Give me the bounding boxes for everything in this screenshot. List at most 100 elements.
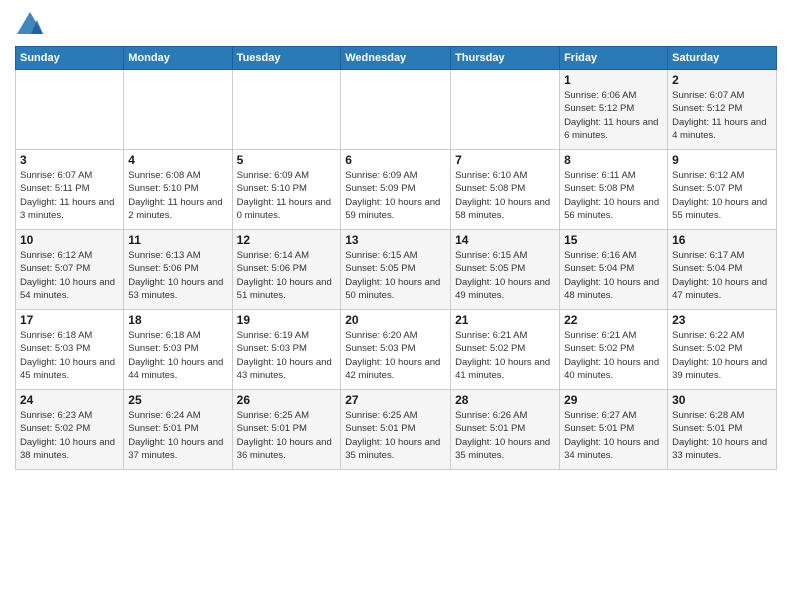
day-info: Sunrise: 6:15 AM Sunset: 5:05 PM Dayligh…: [345, 249, 446, 302]
day-info: Sunrise: 6:18 AM Sunset: 5:03 PM Dayligh…: [20, 329, 119, 382]
calendar-cell: [232, 70, 341, 150]
calendar-week: 10 Sunrise: 6:12 AM Sunset: 5:07 PM Dayli…: [16, 230, 777, 310]
day-info: Sunrise: 6:06 AM Sunset: 5:12 PM Dayligh…: [564, 89, 663, 142]
day-of-week-header: Sunday: [16, 47, 124, 70]
calendar-cell: 22Sunrise: 6:21 AM Sunset: 5:02 PM Dayli…: [560, 310, 668, 390]
calendar-cell: 18 Sunrise: 6:18 AM Sunset: 5:03 PM Dayli…: [124, 310, 232, 390]
day-info: Sunrise: 6:08 AM Sunset: 5:10 PM Dayligh…: [128, 169, 227, 222]
calendar-cell: 15 Sunrise: 6:16 AM Sunset: 5:04 PM Dayli…: [560, 230, 668, 310]
day-number: 12: [237, 233, 337, 247]
day-info: Sunrise: 6:10 AM Sunset: 5:08 PM Dayligh…: [455, 169, 555, 222]
calendar-cell: 7 Sunrise: 6:10 AM Sunset: 5:08 PM Daylig…: [451, 150, 560, 230]
day-number: 5: [237, 153, 337, 167]
day-number: 1: [564, 73, 663, 87]
day-number: 16: [672, 233, 772, 247]
day-info: Sunrise: 6:25 AM Sunset: 5:01 PM Dayligh…: [345, 409, 446, 462]
day-number: 20: [345, 313, 446, 327]
header: [15, 10, 777, 38]
day-info: Sunrise: 6:14 AM Sunset: 5:06 PM Dayligh…: [237, 249, 337, 302]
calendar-cell: 3 Sunrise: 6:07 AM Sunset: 5:11 PM Daylig…: [16, 150, 124, 230]
calendar-week: 17 Sunrise: 6:18 AM Sunset: 5:03 PM Dayli…: [16, 310, 777, 390]
day-of-week-header: Thursday: [451, 47, 560, 70]
day-number: 21: [455, 313, 555, 327]
day-info: Sunrise: 6:19 AM Sunset: 5:03 PM Dayligh…: [237, 329, 337, 382]
day-info: Sunrise: 6:27 AM Sunset: 5:01 PM Dayligh…: [564, 409, 663, 462]
day-number: 18: [128, 313, 227, 327]
calendar-cell: [124, 70, 232, 150]
day-info: Sunrise: 6:28 AM Sunset: 5:01 PM Dayligh…: [672, 409, 772, 462]
calendar-cell: [16, 70, 124, 150]
day-info: Sunrise: 6:12 AM Sunset: 5:07 PM Dayligh…: [20, 249, 119, 302]
day-of-week-header: Monday: [124, 47, 232, 70]
day-info: Sunrise: 6:20 AM Sunset: 5:03 PM Dayligh…: [345, 329, 446, 382]
calendar-week: 1 Sunrise: 6:06 AM Sunset: 5:12 PM Daylig…: [16, 70, 777, 150]
day-number: 30: [672, 393, 772, 407]
calendar-cell: 20 Sunrise: 6:20 AM Sunset: 5:03 PM Dayli…: [341, 310, 451, 390]
day-number: 23: [672, 313, 772, 327]
calendar-cell: 21Sunrise: 6:21 AM Sunset: 5:02 PM Dayli…: [451, 310, 560, 390]
day-info: Sunrise: 6:15 AM Sunset: 5:05 PM Dayligh…: [455, 249, 555, 302]
calendar-cell: 25 Sunrise: 6:24 AM Sunset: 5:01 PM Dayli…: [124, 390, 232, 470]
calendar-cell: 28 Sunrise: 6:26 AM Sunset: 5:01 PM Dayli…: [451, 390, 560, 470]
day-info: Sunrise: 6:17 AM Sunset: 5:04 PM Dayligh…: [672, 249, 772, 302]
calendar-cell: 23 Sunrise: 6:22 AM Sunset: 5:02 PM Dayli…: [668, 310, 777, 390]
logo-icon: [15, 10, 45, 38]
calendar-cell: 16 Sunrise: 6:17 AM Sunset: 5:04 PM Dayli…: [668, 230, 777, 310]
day-of-week-header: Wednesday: [341, 47, 451, 70]
day-info: Sunrise: 6:07 AM Sunset: 5:12 PM Dayligh…: [672, 89, 772, 142]
day-info: Sunrise: 6:07 AM Sunset: 5:11 PM Dayligh…: [20, 169, 119, 222]
calendar-cell: 1 Sunrise: 6:06 AM Sunset: 5:12 PM Daylig…: [560, 70, 668, 150]
calendar-cell: 27Sunrise: 6:25 AM Sunset: 5:01 PM Dayli…: [341, 390, 451, 470]
calendar-cell: 30 Sunrise: 6:28 AM Sunset: 5:01 PM Dayli…: [668, 390, 777, 470]
day-number: 13: [345, 233, 446, 247]
day-info: Sunrise: 6:25 AM Sunset: 5:01 PM Dayligh…: [237, 409, 337, 462]
calendar-cell: 17 Sunrise: 6:18 AM Sunset: 5:03 PM Dayli…: [16, 310, 124, 390]
day-info: Sunrise: 6:12 AM Sunset: 5:07 PM Dayligh…: [672, 169, 772, 222]
logo-area: [15, 10, 47, 38]
day-number: 11: [128, 233, 227, 247]
day-info: Sunrise: 6:18 AM Sunset: 5:03 PM Dayligh…: [128, 329, 227, 382]
day-number: 24: [20, 393, 119, 407]
calendar-table: SundayMondayTuesdayWednesdayThursdayFrid…: [15, 46, 777, 470]
calendar-body: 1 Sunrise: 6:06 AM Sunset: 5:12 PM Daylig…: [16, 70, 777, 470]
day-info: Sunrise: 6:13 AM Sunset: 5:06 PM Dayligh…: [128, 249, 227, 302]
day-number: 8: [564, 153, 663, 167]
day-number: 7: [455, 153, 555, 167]
day-info: Sunrise: 6:22 AM Sunset: 5:02 PM Dayligh…: [672, 329, 772, 382]
day-number: 10: [20, 233, 119, 247]
days-of-week-row: SundayMondayTuesdayWednesdayThursdayFrid…: [16, 47, 777, 70]
calendar-cell: 11 Sunrise: 6:13 AM Sunset: 5:06 PM Dayli…: [124, 230, 232, 310]
calendar-cell: 9 Sunrise: 6:12 AM Sunset: 5:07 PM Daylig…: [668, 150, 777, 230]
day-number: 28: [455, 393, 555, 407]
day-info: Sunrise: 6:09 AM Sunset: 5:09 PM Dayligh…: [345, 169, 446, 222]
day-info: Sunrise: 6:26 AM Sunset: 5:01 PM Dayligh…: [455, 409, 555, 462]
calendar-week: 24 Sunrise: 6:23 AM Sunset: 5:02 PM Dayli…: [16, 390, 777, 470]
day-info: Sunrise: 6:23 AM Sunset: 5:02 PM Dayligh…: [20, 409, 119, 462]
calendar-cell: 12 Sunrise: 6:14 AM Sunset: 5:06 PM Dayli…: [232, 230, 341, 310]
day-info: Sunrise: 6:16 AM Sunset: 5:04 PM Dayligh…: [564, 249, 663, 302]
day-of-week-header: Friday: [560, 47, 668, 70]
calendar-cell: 29 Sunrise: 6:27 AM Sunset: 5:01 PM Dayli…: [560, 390, 668, 470]
calendar-cell: 14 Sunrise: 6:15 AM Sunset: 5:05 PM Dayli…: [451, 230, 560, 310]
day-number: 25: [128, 393, 227, 407]
day-number: 9: [672, 153, 772, 167]
calendar-week: 3 Sunrise: 6:07 AM Sunset: 5:11 PM Daylig…: [16, 150, 777, 230]
day-number: 3: [20, 153, 119, 167]
calendar-cell: 5 Sunrise: 6:09 AM Sunset: 5:10 PM Daylig…: [232, 150, 341, 230]
calendar-cell: [341, 70, 451, 150]
day-number: 29: [564, 393, 663, 407]
day-info: Sunrise: 6:11 AM Sunset: 5:08 PM Dayligh…: [564, 169, 663, 222]
calendar-cell: 6 Sunrise: 6:09 AM Sunset: 5:09 PM Daylig…: [341, 150, 451, 230]
calendar-cell: 24 Sunrise: 6:23 AM Sunset: 5:02 PM Dayli…: [16, 390, 124, 470]
day-number: 6: [345, 153, 446, 167]
calendar-cell: 13 Sunrise: 6:15 AM Sunset: 5:05 PM Dayli…: [341, 230, 451, 310]
day-number: 15: [564, 233, 663, 247]
day-info: Sunrise: 6:09 AM Sunset: 5:10 PM Dayligh…: [237, 169, 337, 222]
calendar-cell: [451, 70, 560, 150]
day-number: 17: [20, 313, 119, 327]
calendar-cell: 4Sunrise: 6:08 AM Sunset: 5:10 PM Daylig…: [124, 150, 232, 230]
day-number: 14: [455, 233, 555, 247]
day-of-week-header: Saturday: [668, 47, 777, 70]
day-number: 22: [564, 313, 663, 327]
day-info: Sunrise: 6:24 AM Sunset: 5:01 PM Dayligh…: [128, 409, 227, 462]
